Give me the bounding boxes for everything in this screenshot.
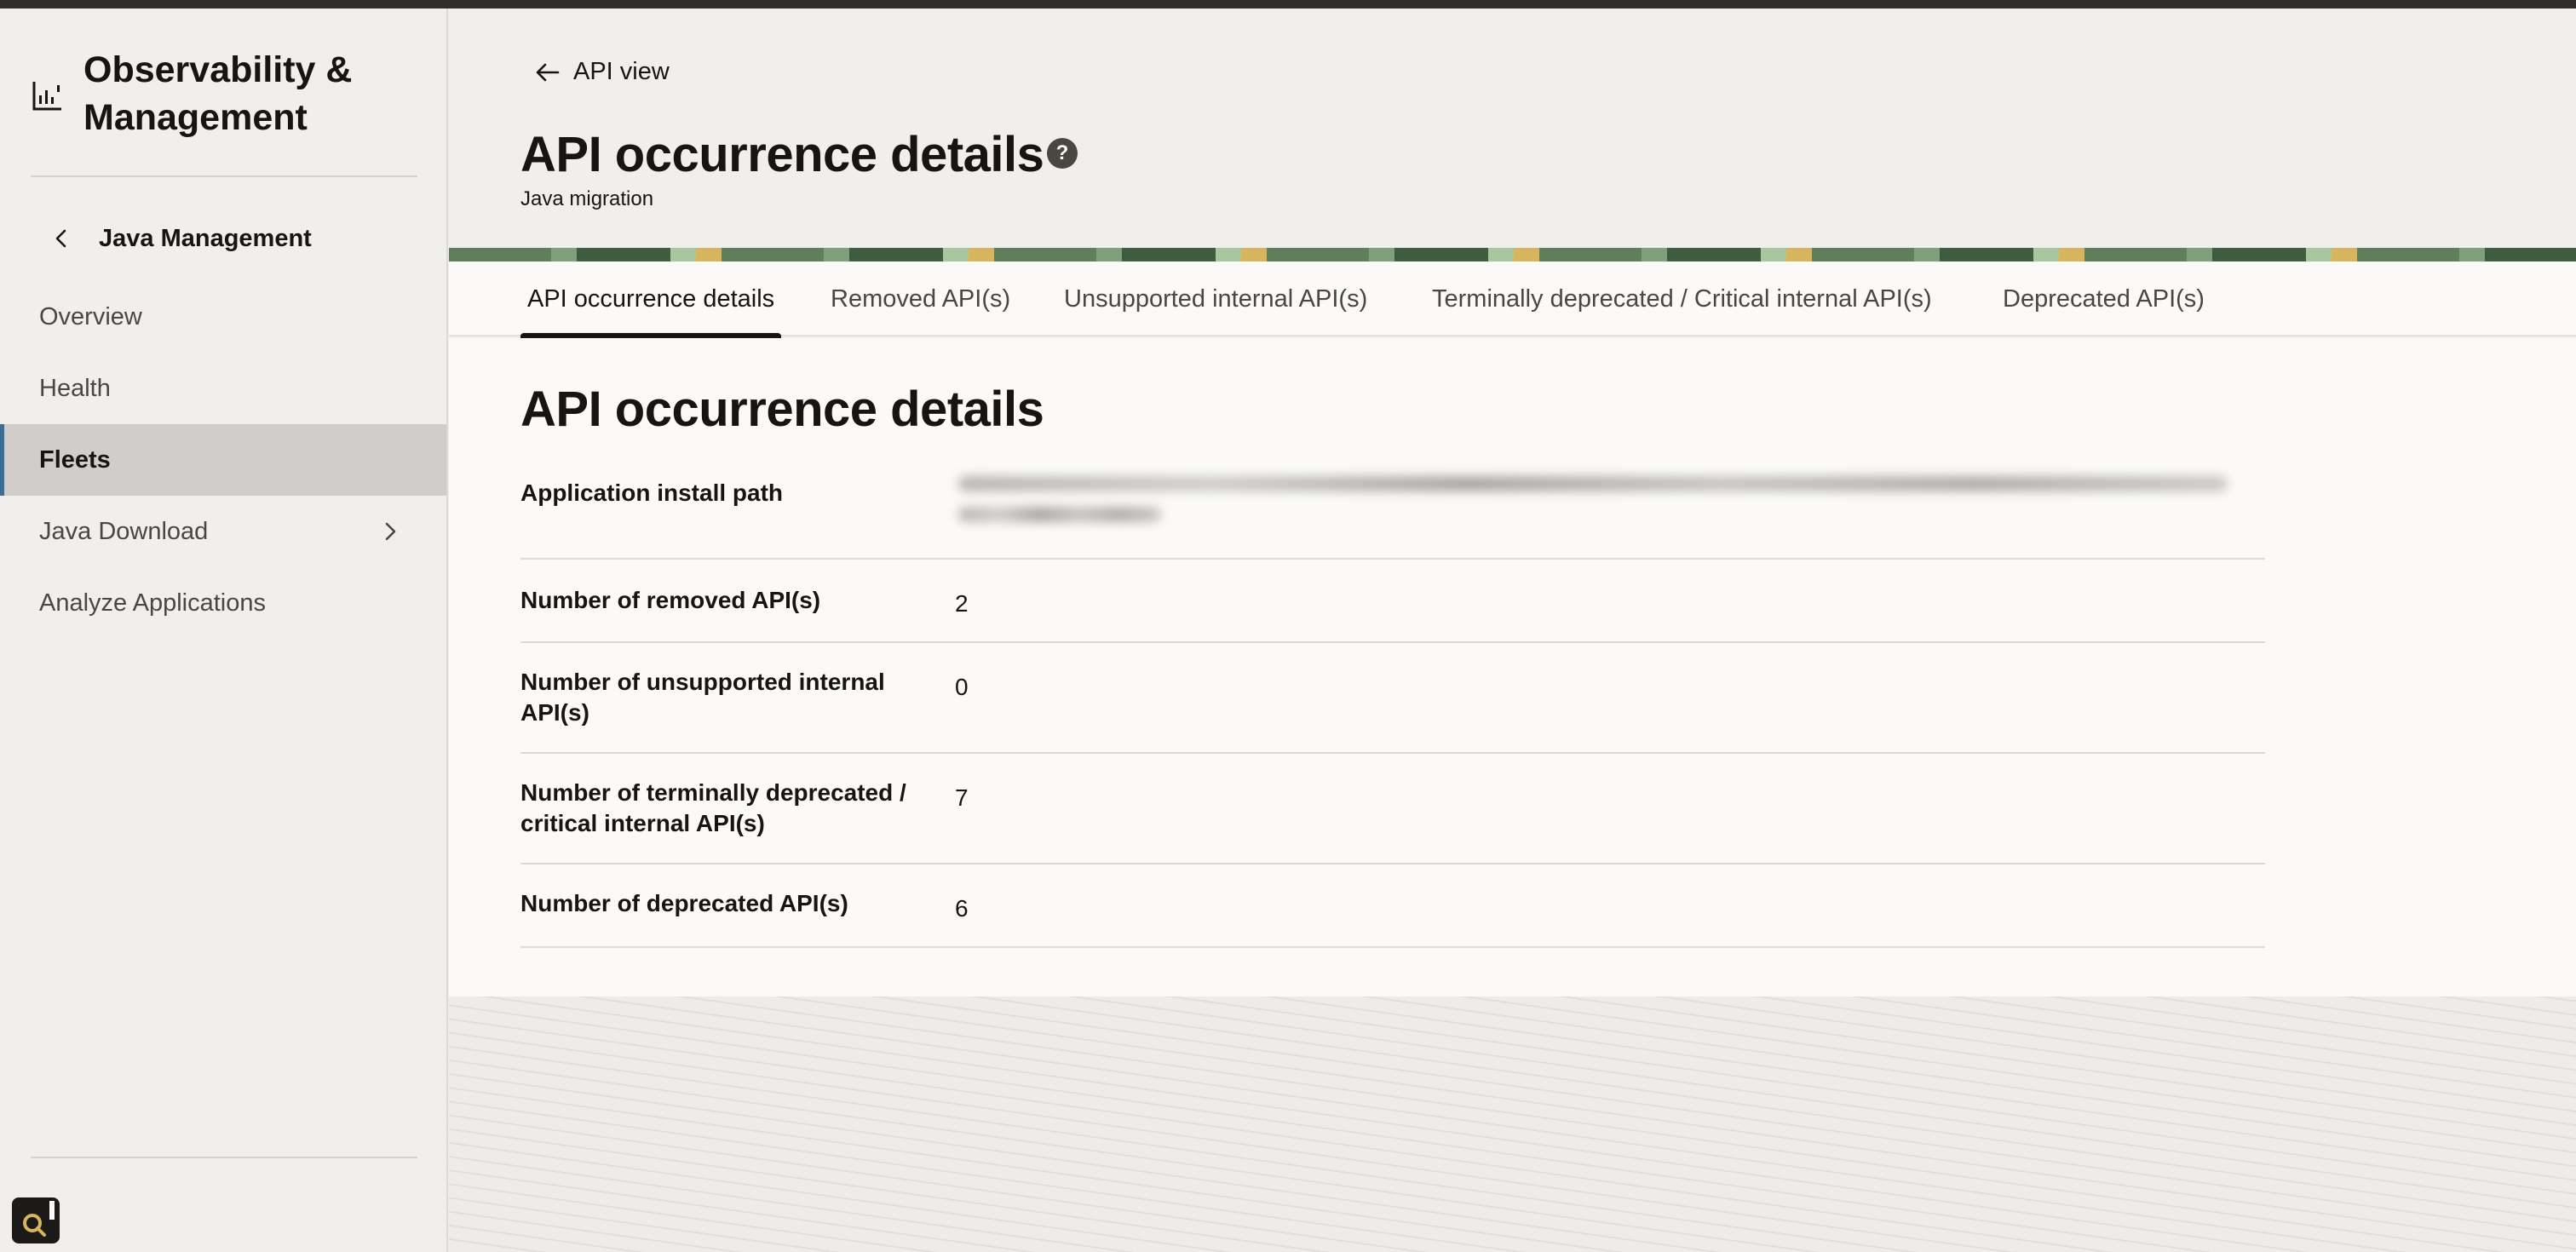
sidebar: Observability & Management Java Manageme… [0, 9, 448, 1252]
back-label: Java Management [99, 224, 312, 252]
tab-deprecated-apis[interactable]: Deprecated API(s) [1996, 261, 2211, 336]
detail-label: Number of deprecated API(s) [520, 890, 848, 916]
brand-title: Observability & Management [83, 49, 353, 138]
tab-label: Removed API(s) [831, 284, 1011, 313]
detail-row-deprecated-apis: Number of deprecated API(s) 6 [520, 864, 2265, 948]
detail-label: Number of unsupported internal API(s) [520, 669, 885, 726]
assistant-glyph-icon [23, 1201, 55, 1237]
detail-value: 7 [955, 784, 969, 811]
tab-api-occurrence-details[interactable]: API occurrence details [520, 261, 782, 338]
detail-row-terminally-deprecated-apis: Number of terminally deprecated / critic… [520, 754, 2265, 864]
api-view-back-link[interactable]: API view [534, 58, 670, 86]
details-list: Application install path Number of remov… [520, 466, 2265, 948]
top-bar [0, 0, 2576, 9]
redacted-install-path [958, 476, 2228, 532]
tab-label: API occurrence details [527, 284, 775, 313]
tab-label: Terminally deprecated / Critical interna… [1432, 284, 1932, 313]
detail-row-unsupported-apis: Number of unsupported internal API(s) 0 [520, 643, 2265, 754]
section-title: API occurrence details [520, 382, 1044, 437]
back-link-label: API view [573, 58, 670, 85]
tab-bar: API occurrence details Removed API(s) Un… [449, 261, 2576, 338]
tab-label: Deprecated API(s) [2003, 284, 2205, 313]
sidebar-divider [31, 175, 417, 177]
arrow-left-icon [536, 63, 560, 81]
sidebar-item-overview[interactable]: Overview [0, 281, 446, 353]
chevron-right-icon [385, 522, 396, 541]
chart-icon [32, 82, 61, 111]
brand: Observability & Management [31, 46, 424, 141]
details-panel: API occurrence details Application insta… [449, 338, 2576, 996]
page-title: API occurrence details [520, 127, 1044, 182]
sidebar-bottom-divider [31, 1157, 417, 1158]
tab-unsupported-internal-apis[interactable]: Unsupported internal API(s) [1057, 261, 1374, 336]
tab-removed-apis[interactable]: Removed API(s) [824, 261, 1017, 336]
page-subtitle: Java migration [520, 187, 654, 210]
tab-label: Unsupported internal API(s) [1064, 284, 1368, 313]
detail-label: Application install path [520, 480, 784, 506]
sidebar-item-analyze-applications[interactable]: Analyze Applications [0, 567, 446, 639]
decorative-banner [449, 248, 2576, 261]
sidebar-item-label: Overview [39, 302, 142, 330]
sidebar-item-label: Analyze Applications [39, 589, 266, 617]
background-pattern [449, 996, 2576, 1252]
help-icon[interactable]: ? [1047, 138, 1078, 169]
help-assistant-icon[interactable] [12, 1197, 60, 1243]
tab-terminally-deprecated-apis[interactable]: Terminally deprecated / Critical interna… [1425, 261, 1939, 336]
detail-value: 6 [955, 895, 969, 922]
detail-value: 0 [955, 674, 969, 700]
detail-row-removed-apis: Number of removed API(s) 2 [520, 560, 2265, 643]
sidebar-item-java-download[interactable]: Java Download [0, 496, 446, 567]
chevron-left-icon [55, 229, 66, 248]
detail-row-install-path: Application install path [520, 466, 2265, 560]
sidebar-item-fleets[interactable]: Fleets [0, 424, 446, 496]
main-content: API view API occurrence details ? Java m… [449, 9, 2576, 1252]
page-header: API view API occurrence details ? Java m… [449, 9, 2576, 247]
detail-value: 2 [955, 590, 969, 617]
sidebar-item-label: Java Download [39, 517, 209, 545]
detail-label: Number of terminally deprecated / critic… [520, 779, 906, 836]
detail-label: Number of removed API(s) [520, 587, 821, 613]
sidebar-item-label: Fleets [39, 445, 111, 474]
sidebar-item-label: Health [39, 374, 111, 402]
sidebar-item-health[interactable]: Health [0, 353, 446, 424]
back-to-java-management[interactable]: Java Management [49, 213, 312, 264]
